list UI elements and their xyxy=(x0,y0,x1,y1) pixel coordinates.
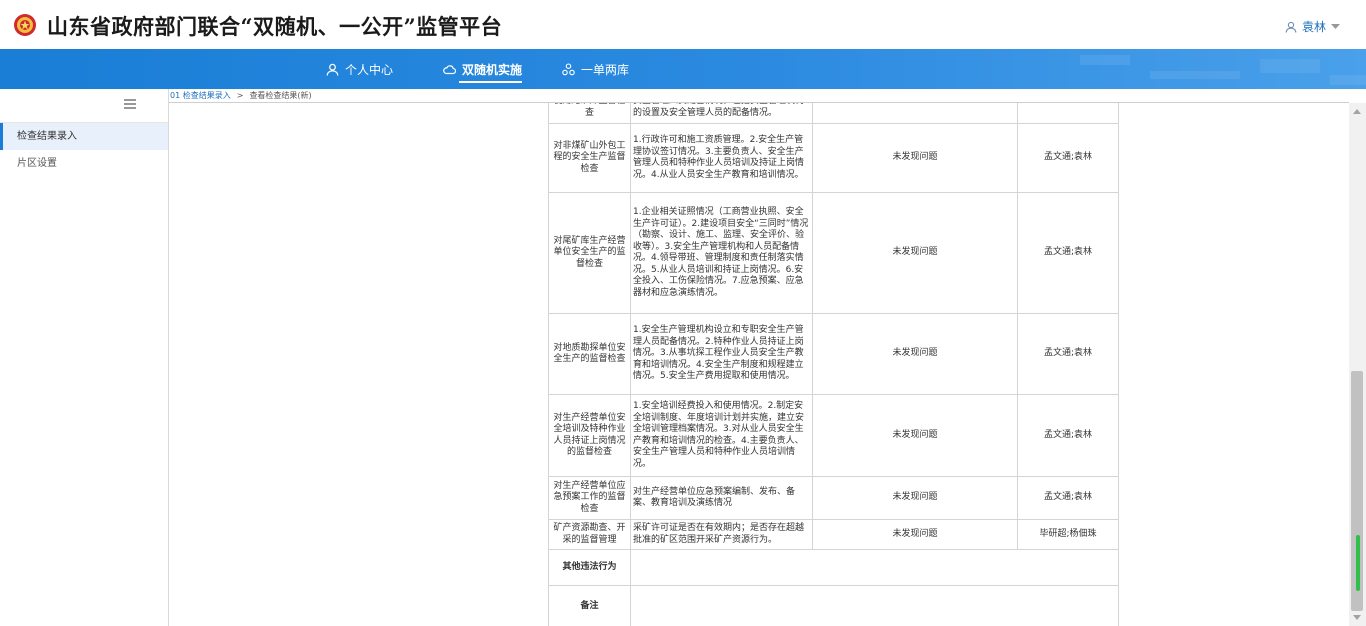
nav-label: 个人中心 xyxy=(345,62,394,77)
main-content: 使用尾矿库监督检查 安全管理人员配备情况，包括安全管理机构的设置及安全管理人员的… xyxy=(169,103,1349,626)
scroll-indicator xyxy=(1356,535,1360,591)
inspection-content: 1.安全培训经费投入和使用情况。2.制定安全培训制度、年度培训计划并实施，建立安… xyxy=(630,394,813,477)
inspection-result: 未发现问题 xyxy=(812,123,1018,193)
scroll-up-icon[interactable] xyxy=(1353,109,1361,114)
table-row: 对地质勘探单位安全生产的监督检查 1.安全生产管理机构设立和专职安全生产管理人员… xyxy=(548,313,1119,395)
table-row: 对尾矿库生产经营单位安全生产的监督检查 1.企业相关证照情况（工商营业执照、安全… xyxy=(548,192,1119,314)
inspection-table: 使用尾矿库监督检查 安全管理人员配备情况，包括安全管理机构的设置及安全管理人员的… xyxy=(548,103,1119,626)
inspection-item: 对生产经营单位应急预案工作的监督检查 xyxy=(548,476,631,520)
main-nav: 个人中心 双随机实施 一单两库 xyxy=(0,49,1366,89)
sidebar-item-inspection-entry[interactable]: 检查结果录入 xyxy=(0,123,168,150)
table-row: 对生产经营单位应急预案工作的监督检查 对生产经营单位应急预案编制、发布、备案、教… xyxy=(548,476,1119,520)
table-row: 对生产经营单位安全培训及特种作业人员持证上岗情况的监督检查 1.安全培训经费投入… xyxy=(548,394,1119,477)
scroll-down-icon[interactable] xyxy=(1353,615,1361,620)
vertical-scrollbar[interactable] xyxy=(1349,103,1366,626)
remarks-value xyxy=(630,585,1119,626)
user-icon xyxy=(1285,21,1297,33)
nav-label: 一单两库 xyxy=(581,62,630,77)
menu-collapse-icon[interactable] xyxy=(124,99,136,109)
remarks-label: 备注 xyxy=(548,585,631,626)
inspection-item: 对尾矿库生产经营单位安全生产的监督检查 xyxy=(548,192,631,314)
inspection-result: 未发现问题 xyxy=(812,519,1018,550)
nav-item-personal-center[interactable]: 个人中心 xyxy=(326,49,393,89)
database-icon xyxy=(562,62,575,75)
national-emblem-icon xyxy=(14,14,36,36)
table-row: 矿产资源勘查、开采的监督管理 采矿许可证是否在有效期内；是否存在超越批准的矿区范… xyxy=(548,519,1119,550)
other-violations-value xyxy=(630,549,1119,586)
app-header: 山东省政府部门联合“双随机、一公开”监管平台 袁林 xyxy=(0,0,1366,49)
inspectors: 孟文通;袁林 xyxy=(1017,313,1119,395)
inspection-content: 1.企业相关证照情况（工商营业执照、安全生产许可证）。2.建设项目安全“三同时”… xyxy=(630,192,813,314)
inspection-result: 未发现问题 xyxy=(812,394,1018,477)
person-icon xyxy=(326,63,339,76)
inspection-item: 矿产资源勘查、开采的监督管理 xyxy=(548,519,631,550)
other-violations-row: 其他违法行为 xyxy=(548,549,1119,586)
table-row: 使用尾矿库监督检查 安全管理人员配备情况，包括安全管理机构的设置及安全管理人员的… xyxy=(548,103,1119,124)
inspection-result: 未发现问题 xyxy=(812,476,1018,520)
inspection-result xyxy=(812,103,1018,124)
inspection-result: 未发现问题 xyxy=(812,192,1018,314)
inspection-item: 对地质勘探单位安全生产的监督检查 xyxy=(548,313,631,395)
nav-label: 双随机实施 xyxy=(462,62,523,77)
inspectors: 孟文通;袁林 xyxy=(1017,394,1119,477)
nav-decoration xyxy=(1150,71,1240,79)
inspection-content: 1.行政许可和施工资质管理。2.安全生产管理协议签订情况。3.主要负责人、安全生… xyxy=(630,123,813,193)
inspectors: 孟文通;袁林 xyxy=(1017,192,1119,314)
breadcrumb-link[interactable]: 01 检查结果录入 xyxy=(170,91,231,100)
inspection-item: 对生产经营单位安全培训及特种作业人员持证上岗情况的监督检查 xyxy=(548,394,631,477)
user-name: 袁林 xyxy=(1301,20,1326,34)
nav-decoration xyxy=(1330,75,1366,85)
inspection-item: 使用尾矿库监督检查 xyxy=(548,103,631,124)
sidebar-item-district-settings[interactable]: 片区设置 xyxy=(0,150,168,177)
caret-down-icon xyxy=(1331,23,1340,29)
table-row: 对非煤矿山外包工程的安全生产监督检查 1.行政许可和施工资质管理。2.安全生产管… xyxy=(548,123,1119,193)
remarks-row: 备注 xyxy=(548,585,1119,626)
site-title: 山东省政府部门联合“双随机、一公开”监管平台 xyxy=(47,14,503,39)
inspection-result: 未发现问题 xyxy=(812,313,1018,395)
other-violations-label: 其他违法行为 xyxy=(548,549,631,586)
nav-decoration xyxy=(1260,59,1320,73)
inspectors: 孟文通;袁林 xyxy=(1017,123,1119,193)
cloud-icon xyxy=(443,65,456,75)
inspection-content: 对生产经营单位应急预案编制、发布、备案、教育培训及演练情况 xyxy=(630,476,813,520)
breadcrumb: 01 检查结果录入 > 查看检查结果(新) xyxy=(169,89,1349,103)
inspection-content: 安全管理人员配备情况，包括安全管理机构的设置及安全管理人员的配备情况。 xyxy=(630,103,813,124)
breadcrumb-separator: > xyxy=(236,91,244,100)
inspectors: 孟文通;袁林 xyxy=(1017,476,1119,520)
nav-item-one-list-two-libraries[interactable]: 一单两库 xyxy=(562,49,629,89)
inspectors: 毕研超;杨佃珠 xyxy=(1017,519,1119,550)
sidebar: 检查结果录入 片区设置 xyxy=(0,89,169,626)
nav-item-double-random[interactable]: 双随机实施 xyxy=(443,49,523,89)
nav-decoration xyxy=(1080,55,1130,65)
inspectors xyxy=(1017,103,1119,124)
user-menu[interactable]: 袁林 xyxy=(1285,18,1340,35)
breadcrumb-current: 查看检查结果(新) xyxy=(249,91,312,100)
inspection-content: 1.安全生产管理机构设立和专职安全生产管理人员配备情况。2.特种作业人员持证上岗… xyxy=(630,313,813,395)
inspection-item: 对非煤矿山外包工程的安全生产监督检查 xyxy=(548,123,631,193)
inspection-content: 采矿许可证是否在有效期内；是否存在超越批准的矿区范围开采矿产资源行为。 xyxy=(630,519,813,550)
